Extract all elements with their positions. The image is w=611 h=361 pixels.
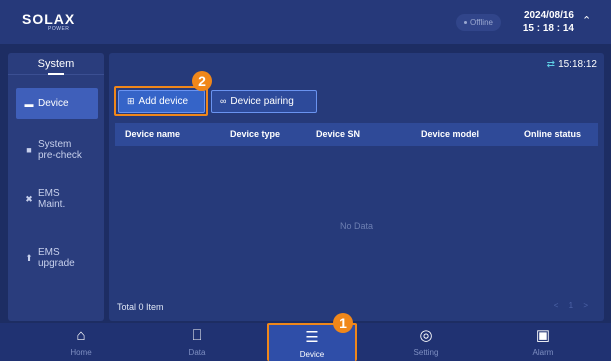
settings-icon: ◎ (419, 327, 433, 344)
nav-setting[interactable]: ◎ Setting (381, 323, 471, 361)
upgrade-icon: ⬆ (25, 252, 33, 263)
add-device-label: Add device (138, 96, 189, 107)
nav-label: Home (70, 348, 92, 357)
brand-logo-subtitle: POWER (48, 26, 70, 32)
step-2-badge: 2 (192, 71, 212, 91)
device-panel: ⇄ 15:18:12 ⊞ Add device ∞ Device pairing 2 … (109, 53, 604, 321)
step-1-badge: 1 (333, 313, 353, 333)
empty-table-message: No Data (339, 221, 374, 231)
sidebar-item-ems-maint[interactable]: ✖ EMS Maint. (16, 182, 98, 216)
sidebar-item-device[interactable]: ▬ Device (16, 88, 98, 119)
system-sidebar: System ▬ Device ■ System pre-check ✖ EMS… (8, 53, 104, 321)
chevron-up-icon[interactable]: ⌃ (582, 14, 591, 27)
check-icon: ■ (26, 145, 32, 155)
sidebar-item-label: Device (38, 98, 69, 109)
status-dot-icon (464, 21, 467, 25)
wrench-icon: ✖ (25, 193, 33, 204)
nav-data[interactable]: ⎕ Data (152, 323, 242, 361)
sidebar-title: System (8, 53, 104, 75)
sidebar-title-underline (48, 73, 64, 75)
top-header: SOLAX POWER Offline 2024/08/16 15 : 18 :… (0, 0, 611, 44)
device-icon: ▬ (24, 98, 34, 109)
home-icon: ⌂ (76, 327, 86, 344)
column-header-device-name: Device name (125, 129, 181, 139)
app-window: SOLAX POWER Offline 2024/08/16 15 : 18 :… (0, 0, 611, 361)
column-header-device-sn: Device SN (316, 129, 361, 139)
add-device-button[interactable]: ⊞ Add device (118, 90, 205, 113)
sync-icon: ⇄ (546, 59, 556, 70)
sidebar-item-label: EMS upgrade (38, 247, 75, 269)
sidebar-item-system-precheck[interactable]: ■ System pre-check (16, 133, 98, 167)
sidebar-item-label: System pre-check (38, 139, 82, 161)
nav-alarm[interactable]: ▣ Alarm (498, 323, 588, 361)
nav-label: Device (299, 350, 325, 359)
plus-box-icon: ⊞ (127, 96, 135, 106)
connection-status-text: Offline (470, 18, 493, 27)
chart-icon: ⎕ (192, 327, 202, 344)
sidebar-title-text: System (37, 58, 75, 70)
panel-clock-time: 15:18:12 (558, 59, 597, 70)
nav-label: Data (188, 348, 206, 357)
alarm-icon: ▣ (535, 327, 551, 344)
header-datetime: 2024/08/16 15 : 18 : 14 (520, 9, 574, 35)
device-table-header: Device name Device type Device SN Device… (115, 123, 598, 146)
brand-logo: SOLAX (22, 11, 76, 27)
bottom-navigation: ⌂ Home ⎕ Data ☰ Device ◎ Setting ▣ Alarm (0, 323, 611, 361)
column-header-online-status: Online status (524, 129, 582, 139)
device-pairing-label: Device pairing (230, 96, 294, 107)
device-pairing-button[interactable]: ∞ Device pairing (211, 90, 317, 113)
column-header-device-model: Device model (421, 129, 480, 139)
nav-home[interactable]: ⌂ Home (36, 323, 126, 361)
sidebar-item-ems-upgrade[interactable]: ⬆ EMS upgrade (16, 241, 98, 275)
sidebar-item-label: EMS Maint. (38, 188, 66, 210)
header-time: 15 : 18 : 14 (522, 23, 574, 34)
connection-status-badge: Offline (456, 14, 501, 31)
link-icon: ∞ (220, 96, 227, 106)
nav-label: Alarm (532, 348, 554, 357)
total-count: Total 0 Item (117, 302, 164, 312)
pagination[interactable]: < 1 > (554, 301, 592, 310)
panel-clock: ⇄ 15:18:12 (547, 59, 597, 70)
header-date: 2024/08/16 (523, 10, 574, 21)
nav-label: Setting (413, 348, 439, 357)
column-header-device-type: Device type (230, 129, 281, 139)
